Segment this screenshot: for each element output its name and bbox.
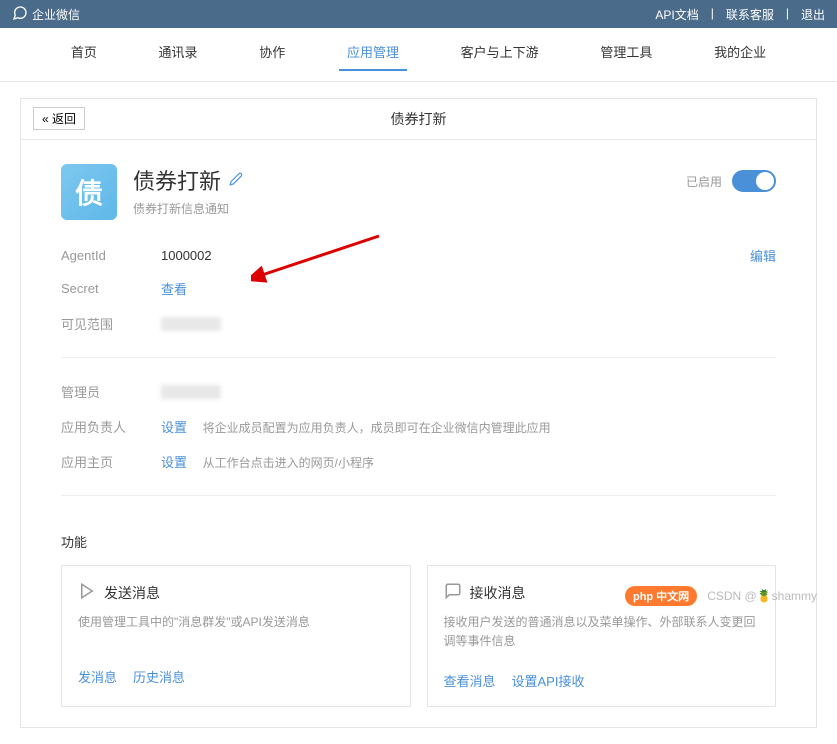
top-links: API文档 | 联系客服 | 退出: [655, 6, 825, 23]
row-visible: 可见范围: [61, 306, 776, 341]
divider: [61, 495, 776, 496]
send-title: 发送消息: [104, 583, 160, 603]
divider: |: [711, 6, 714, 23]
tab-tools[interactable]: 管理工具: [592, 38, 660, 71]
panel-title: 债券打新: [391, 111, 447, 127]
app-toggle-group: 已启用: [686, 170, 776, 192]
app-panel: « 返回 债券打新 债 债券打新 债券打新信息通知 已启用: [20, 98, 817, 728]
divider: [61, 357, 776, 358]
tab-home[interactable]: 首页: [63, 38, 105, 71]
tab-collab[interactable]: 协作: [251, 38, 293, 71]
homepage-settings-link[interactable]: 设置: [161, 455, 187, 470]
receive-title: 接收消息: [470, 583, 526, 603]
send-icon: [78, 582, 96, 603]
history-msg-link[interactable]: 历史消息: [133, 667, 185, 686]
top-bar: 企业微信 API文档 | 联系客服 | 退出: [0, 0, 837, 28]
admin-value-redacted: [161, 385, 221, 399]
app-name-text: 债券打新: [133, 164, 221, 196]
receive-icon: [444, 582, 462, 603]
toggle-label: 已启用: [686, 173, 722, 190]
secret-label: Secret: [61, 281, 161, 296]
brand-text: 企业微信: [32, 6, 80, 23]
row-owner: 应用负责人 设置 将企业成员配置为应用负责人，成员即可在企业微信内管理此应用: [61, 409, 776, 444]
tab-company[interactable]: 我的企业: [706, 38, 774, 71]
app-header: 债 债券打新 债券打新信息通知 已启用: [21, 140, 816, 240]
edit-details-link[interactable]: 编辑: [750, 246, 776, 265]
back-button[interactable]: « 返回: [33, 107, 85, 130]
admin-label: 管理员: [61, 382, 161, 401]
app-desc: 债券打新信息通知: [133, 200, 776, 217]
row-agentid: AgentId 1000002 编辑: [61, 240, 776, 271]
agentid-label: AgentId: [61, 248, 161, 263]
row-homepage: 应用主页 设置 从工作台点击进入的网页/小程序: [61, 444, 776, 479]
panel-header: « 返回 债券打新: [21, 99, 816, 140]
divider: |: [786, 6, 789, 23]
csdn-watermark: CSDN @🍍shammy: [707, 589, 817, 603]
edit-name-icon[interactable]: [229, 172, 243, 189]
contact-link[interactable]: 联系客服: [726, 6, 774, 23]
nav-tabs: 首页 通讯录 协作 应用管理 客户与上下游 管理工具 我的企业: [0, 28, 837, 82]
secret-view-link[interactable]: 查看: [161, 279, 187, 298]
php-badge: php 中文网: [625, 586, 697, 606]
app-icon: 债: [61, 164, 117, 220]
row-admin: 管理员: [61, 374, 776, 409]
app-name: 债券打新: [133, 164, 776, 196]
tab-customer[interactable]: 客户与上下游: [453, 38, 547, 71]
send-card: 发送消息 使用管理工具中的"消息群发"或API发送消息 发消息 历史消息: [61, 565, 411, 707]
wecom-logo-icon: [12, 5, 28, 24]
row-secret: Secret 查看: [61, 271, 776, 306]
tab-contacts[interactable]: 通讯录: [151, 38, 206, 71]
owner-hint: 将企业成员配置为应用负责人，成员即可在企业微信内管理此应用: [203, 421, 551, 435]
watermark: php 中文网 CSDN @🍍shammy: [625, 586, 817, 606]
homepage-hint: 从工作台点击进入的网页/小程序: [203, 456, 374, 470]
agentid-value: 1000002: [161, 248, 776, 263]
send-desc: 使用管理工具中的"消息群发"或API发送消息: [78, 613, 394, 647]
api-docs-link[interactable]: API文档: [655, 6, 698, 23]
detail-section: AgentId 1000002 编辑 Secret 查看 可见范围 管理员 应用…: [21, 240, 816, 532]
brand: 企业微信: [12, 5, 80, 24]
send-msg-link[interactable]: 发消息: [78, 667, 117, 686]
visible-value-redacted: [161, 317, 221, 331]
functions-title: 功能: [21, 532, 816, 551]
owner-label: 应用负责人: [61, 417, 161, 436]
api-receive-link[interactable]: 设置API接收: [512, 671, 585, 690]
owner-settings-link[interactable]: 设置: [161, 420, 187, 435]
homepage-label: 应用主页: [61, 452, 161, 471]
logout-link[interactable]: 退出: [801, 6, 825, 23]
receive-desc: 接收用户发送的普通消息以及菜单操作、外部联系人变更回调等事件信息: [444, 613, 760, 651]
visible-label: 可见范围: [61, 314, 161, 333]
view-msg-link[interactable]: 查看消息: [444, 671, 496, 690]
enable-toggle[interactable]: [732, 170, 776, 192]
tab-app-mgmt[interactable]: 应用管理: [339, 38, 407, 71]
